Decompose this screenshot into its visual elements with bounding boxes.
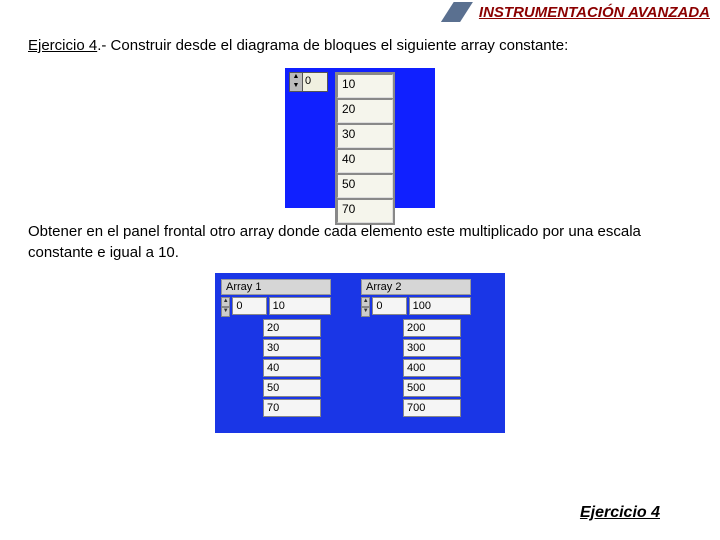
array-column: 10 20 30 40 50 70 [335,72,395,225]
index-value[interactable]: 0 [232,297,266,315]
array-cells: 200 300 400 500 700 [403,319,461,417]
array-cell[interactable]: 100 [409,297,471,315]
index-value[interactable]: 0 [302,73,327,91]
arrow-up-icon[interactable]: ▲ [361,297,370,307]
array-cell[interactable]: 30 [337,124,393,148]
arrow-up-icon[interactable]: ▲ [221,297,230,307]
array-header: ▲ ▼ 0 100 [361,297,471,317]
array-cell[interactable]: 70 [337,199,393,223]
array-cells: 20 30 40 50 70 [263,319,321,417]
block-diagram-panel: ▲ ▼ 0 10 20 30 40 50 70 [285,68,435,208]
header: INSTRUMENTACIÓN AVANZADA [0,0,720,22]
index-value[interactable]: 0 [372,297,406,315]
array-cell[interactable]: 40 [263,359,321,377]
array-cell[interactable]: 10 [337,74,393,98]
array-cell[interactable]: 70 [263,399,321,417]
array-cell[interactable]: 40 [337,149,393,173]
exercise-label: Ejercicio 4 [28,37,97,54]
array-cell[interactable]: 700 [403,399,461,417]
array-cell[interactable]: 500 [403,379,461,397]
exercise-prompt: Ejercicio 4.- Construir desde el diagram… [28,36,692,56]
arrow-down-icon[interactable]: ▼ [290,82,302,91]
arrow-down-icon[interactable]: ▼ [221,307,230,317]
array-cell[interactable]: 10 [269,297,331,315]
array-cell[interactable]: 20 [263,319,321,337]
array-header: ▲ ▼ 0 10 [221,297,331,317]
array-group-2: Array 2 ▲ ▼ 0 100 200 300 400 500 700 [361,279,471,427]
array-cell[interactable]: 50 [263,379,321,397]
exercise-link[interactable]: Ejercicio 4 [580,504,660,522]
exercise-text: Construir desde el diagrama de bloques e… [111,37,569,54]
instruction-2: Obtener en el panel frontal otro array d… [28,222,692,263]
arrow-up-icon[interactable]: ▲ [290,73,302,82]
array-cell[interactable]: 50 [337,174,393,198]
array-cell[interactable]: 300 [403,339,461,357]
array-title: Array 2 [361,279,471,295]
logo-icon [441,2,473,22]
array-cell[interactable]: 200 [403,319,461,337]
array-group-1: Array 1 ▲ ▼ 0 10 20 30 40 50 70 [221,279,331,427]
front-panel: Array 1 ▲ ▼ 0 10 20 30 40 50 70 Array 2 [215,273,505,433]
index-spinner[interactable]: ▲ ▼ [290,73,302,91]
content: Ejercicio 4.- Construir desde el diagram… [0,22,720,441]
array-cell[interactable]: 400 [403,359,461,377]
exercise-sep: .- [97,37,110,54]
index-spinner[interactable]: ▲ ▼ [361,297,370,317]
array-index-control[interactable]: ▲ ▼ 0 [289,72,328,92]
array-title: Array 1 [221,279,331,295]
index-spinner[interactable]: ▲ ▼ [221,297,230,317]
header-title: INSTRUMENTACIÓN AVANZADA [479,4,710,21]
array-cell[interactable]: 30 [263,339,321,357]
array-cell[interactable]: 20 [337,99,393,123]
arrow-down-icon[interactable]: ▼ [361,307,370,317]
